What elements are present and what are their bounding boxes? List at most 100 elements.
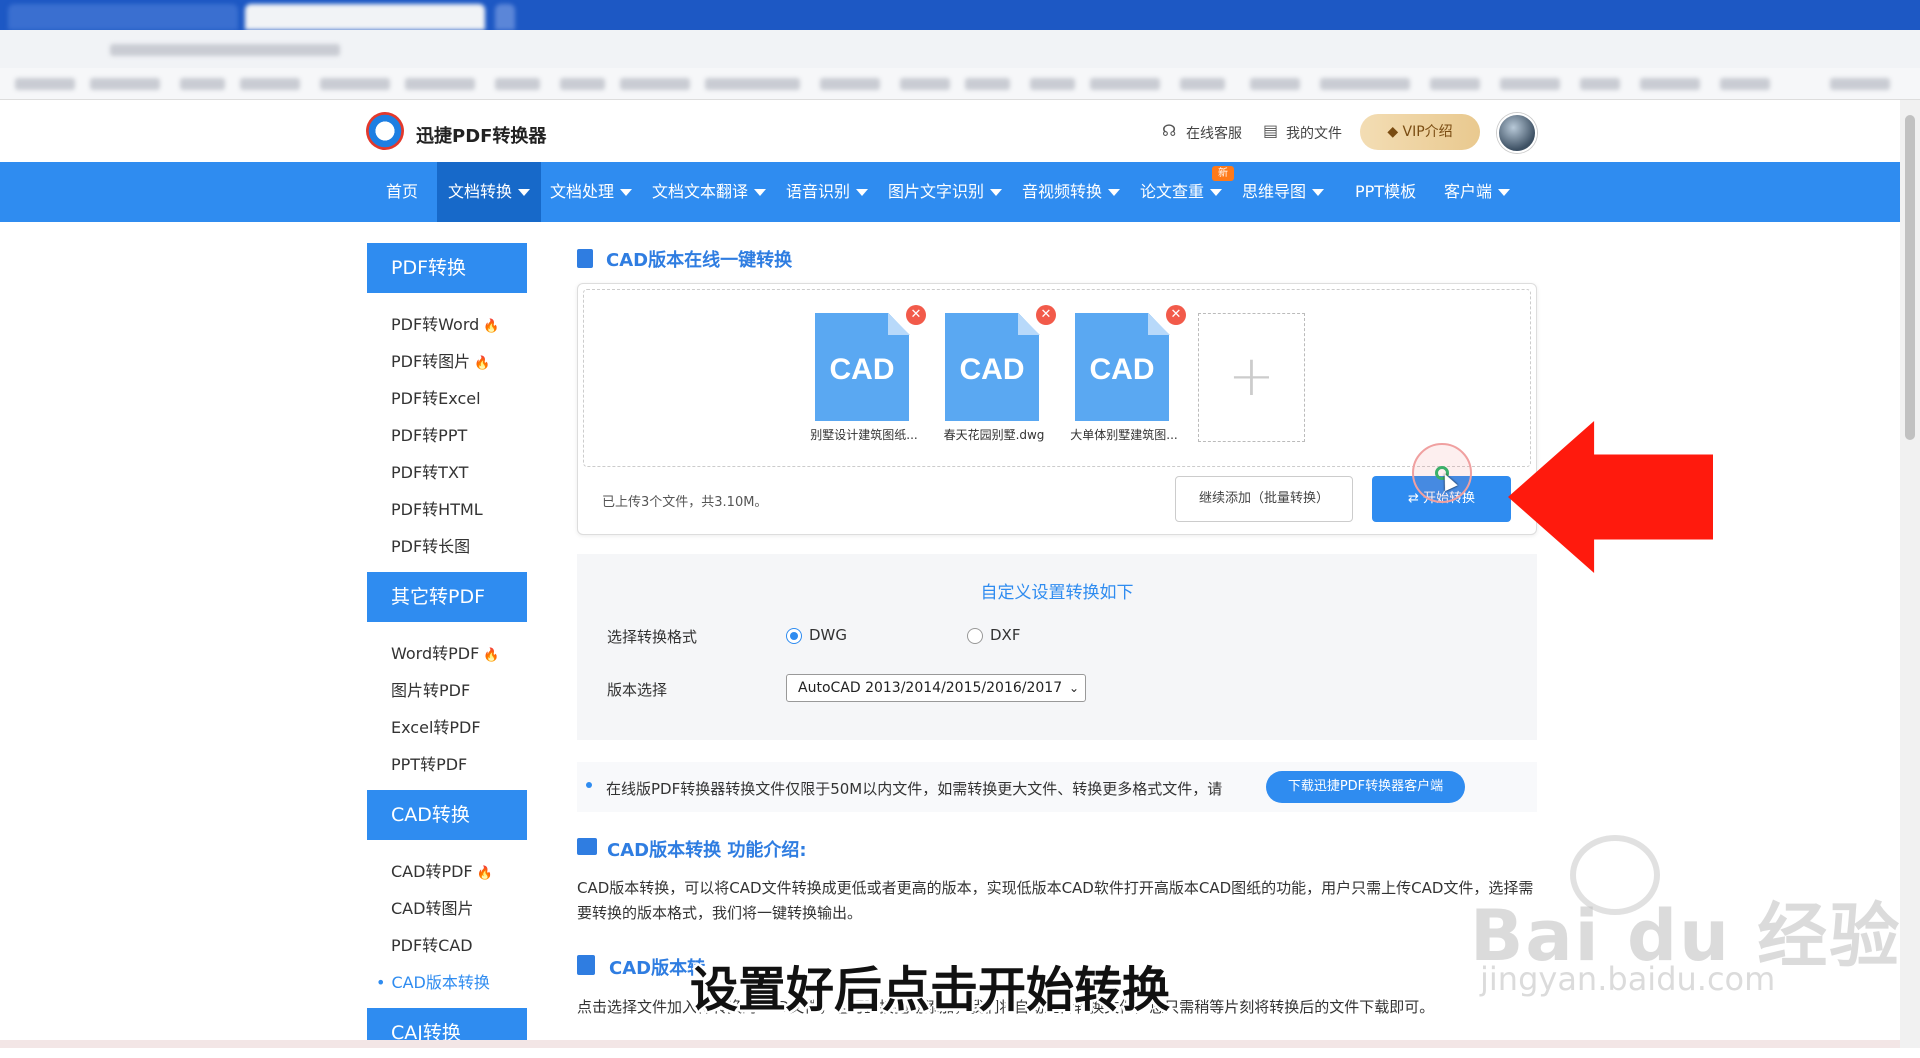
caret-down-icon [1108, 189, 1121, 196]
scroll-thumb[interactable] [1905, 115, 1915, 440]
nav-av-convert[interactable]: 音视频转换 [1022, 162, 1121, 222]
upload-status: 已上传3个文件，共3.10M。 [602, 495, 768, 510]
bookmark-item[interactable] [15, 78, 75, 90]
bottom-strip [0, 1040, 1900, 1048]
nav-speech[interactable]: 语音识别 [786, 162, 869, 222]
address-bar[interactable] [0, 30, 1920, 68]
bookmark-item[interactable] [965, 78, 1010, 90]
bookmark-item[interactable] [1640, 78, 1700, 90]
fire-icon: 🔥 [483, 648, 500, 663]
bookmark-item[interactable] [320, 78, 390, 90]
logo-icon[interactable] [366, 112, 404, 150]
sidebar-item-image-pdf[interactable]: 图片转PDF [391, 677, 470, 701]
version-select[interactable]: AutoCAD 2013/2014/2015/2016/2017 ⌄ [786, 674, 1086, 702]
new-tab-icon[interactable] [495, 4, 515, 30]
section-title: CAD版本在线一键转换 [606, 250, 793, 271]
bookmark-item[interactable] [1580, 78, 1620, 90]
radio-dwg[interactable] [786, 628, 802, 644]
bookmark-item[interactable] [1320, 78, 1410, 90]
bookmark-item[interactable] [240, 78, 300, 90]
remove-file-icon[interactable]: ✕ [906, 305, 926, 325]
sidebar-item-pdf-long-image[interactable]: PDF转长图 [391, 533, 470, 557]
sidebar-head-pdf-convert[interactable]: PDF转换 [367, 243, 527, 293]
bookmark-item[interactable] [620, 78, 690, 90]
logo-text[interactable]: 迅捷PDF转换器 [416, 122, 546, 148]
sidebar-item-pdf-word[interactable]: PDF转Word 🔥 [391, 311, 500, 335]
watermark-sub: jingyan.baidu.com [1480, 960, 1776, 998]
notice-text: 在线版PDF转换器转换文件仅限于50M以内文件，如需转换更大文件、转换更多格式文… [606, 780, 1223, 798]
radio-dxf[interactable] [967, 628, 983, 644]
continue-add-button[interactable]: 继续添加（批量转换） [1175, 476, 1353, 522]
radio-dwg-label[interactable]: DWG [809, 626, 847, 644]
bookmark-item[interactable] [705, 78, 800, 90]
nav-mindmap[interactable]: 思维导图 [1242, 162, 1325, 222]
sidebar-item-pdf-html[interactable]: PDF转HTML [391, 496, 483, 520]
sidebar-item-excel-pdf[interactable]: Excel转PDF [391, 714, 481, 738]
download-client-button[interactable]: 下载迅捷PDF转换器客户端 [1266, 771, 1465, 803]
bookmark-item[interactable] [405, 78, 475, 90]
uploaded-file[interactable]: CAD ✕ 大单体别墅建筑图... [1054, 305, 1186, 453]
sidebar-item-pdf-image[interactable]: PDF转图片 🔥 [391, 348, 490, 372]
remove-file-icon[interactable]: ✕ [1036, 305, 1056, 325]
nav-label: 文档转换 [448, 182, 513, 201]
nav-client[interactable]: 客户端 [1444, 162, 1511, 222]
sidebar-item-pdf-cad[interactable]: PDF转CAD [391, 932, 473, 956]
sidebar-item-word-pdf[interactable]: Word转PDF 🔥 [391, 640, 500, 664]
fire-icon: 🔥 [474, 356, 491, 371]
sidebar-item-pdf-ppt[interactable]: PDF转PPT [391, 422, 467, 446]
browser-tab[interactable] [8, 4, 238, 30]
online-service-link[interactable]: 在线客服 [1186, 123, 1242, 143]
remove-file-icon[interactable]: ✕ [1166, 305, 1186, 325]
notice-bar: 在线版PDF转换器转换文件仅限于50M以内文件，如需转换更大文件、转换更多格式文… [577, 762, 1537, 812]
radio-dxf-label[interactable]: DXF [990, 626, 1020, 644]
avatar[interactable] [1497, 113, 1537, 153]
bookmark-item[interactable] [1250, 78, 1300, 90]
nav-label: 语音识别 [786, 182, 851, 201]
bookmark-item[interactable] [1180, 78, 1225, 90]
bookmark-item[interactable] [180, 78, 225, 90]
nav-ppt-template[interactable]: PPT模板 [1355, 162, 1416, 222]
add-file-button[interactable]: + [1198, 313, 1305, 442]
browser-tab-active[interactable] [245, 4, 485, 30]
settings-title: 自定义设置转换如下 [980, 583, 1134, 603]
bookmark-item[interactable] [820, 78, 880, 90]
nav-plagiarism[interactable]: 论文查重 [1140, 162, 1223, 222]
caret-down-icon [620, 189, 633, 196]
sidebar-item-cad-pdf[interactable]: CAD转PDF 🔥 [391, 858, 493, 882]
bookmark-item[interactable] [1430, 78, 1480, 90]
sidebar-item-pdf-txt[interactable]: PDF转TXT [391, 459, 468, 483]
bookmark-item[interactable] [1030, 78, 1075, 90]
nav-label: 思维导图 [1242, 182, 1307, 201]
sidebar-head-cad-convert[interactable]: CAD转换 [367, 790, 527, 840]
bookmark-item[interactable] [495, 78, 540, 90]
browser-chrome [0, 0, 1920, 100]
sidebar-head-other-to-pdf[interactable]: 其它转PDF [367, 572, 527, 622]
bookmark-item[interactable] [1090, 78, 1160, 90]
nav-ocr[interactable]: 图片文字识别 [888, 162, 1003, 222]
bookmark-item[interactable] [560, 78, 605, 90]
vip-button[interactable]: ◆ VIP介绍 [1360, 114, 1480, 150]
sidebar-item-label: CAD转PDF [391, 862, 473, 881]
file-type-label: CAD [1089, 353, 1155, 386]
nav-doc-convert[interactable]: 文档转换 [437, 162, 541, 222]
uploaded-file[interactable]: CAD ✕ 别墅设计建筑图纸... [794, 305, 926, 453]
uploaded-file[interactable]: CAD ✕ 春天花园别墅.dwg [924, 305, 1056, 453]
bookmark-item[interactable] [90, 78, 160, 90]
vip-label: VIP介绍 [1402, 124, 1453, 140]
my-files-link[interactable]: 我的文件 [1286, 123, 1342, 143]
sidebar-item-cad-version[interactable]: CAD版本转换 [376, 969, 489, 993]
page-scrollbar[interactable] [1900, 100, 1920, 1048]
chevron-down-icon: ⌄ [1068, 681, 1079, 695]
bookmark-item[interactable] [1720, 78, 1770, 90]
sidebar-item-cad-image[interactable]: CAD转图片 [391, 895, 473, 919]
bookmark-item[interactable] [1830, 78, 1890, 90]
sidebar-item-pdf-excel[interactable]: PDF转Excel [391, 385, 481, 409]
nav-translate[interactable]: 文档文本翻译 [652, 162, 767, 222]
caret-down-icon [1498, 189, 1511, 196]
sidebar-item-ppt-pdf[interactable]: PPT转PDF [391, 751, 467, 775]
nav-home[interactable]: 首页 [374, 162, 430, 222]
url-text [110, 44, 340, 56]
bookmark-item[interactable] [900, 78, 950, 90]
nav-doc-process[interactable]: 文档处理 [550, 162, 633, 222]
bookmark-item[interactable] [1500, 78, 1560, 90]
